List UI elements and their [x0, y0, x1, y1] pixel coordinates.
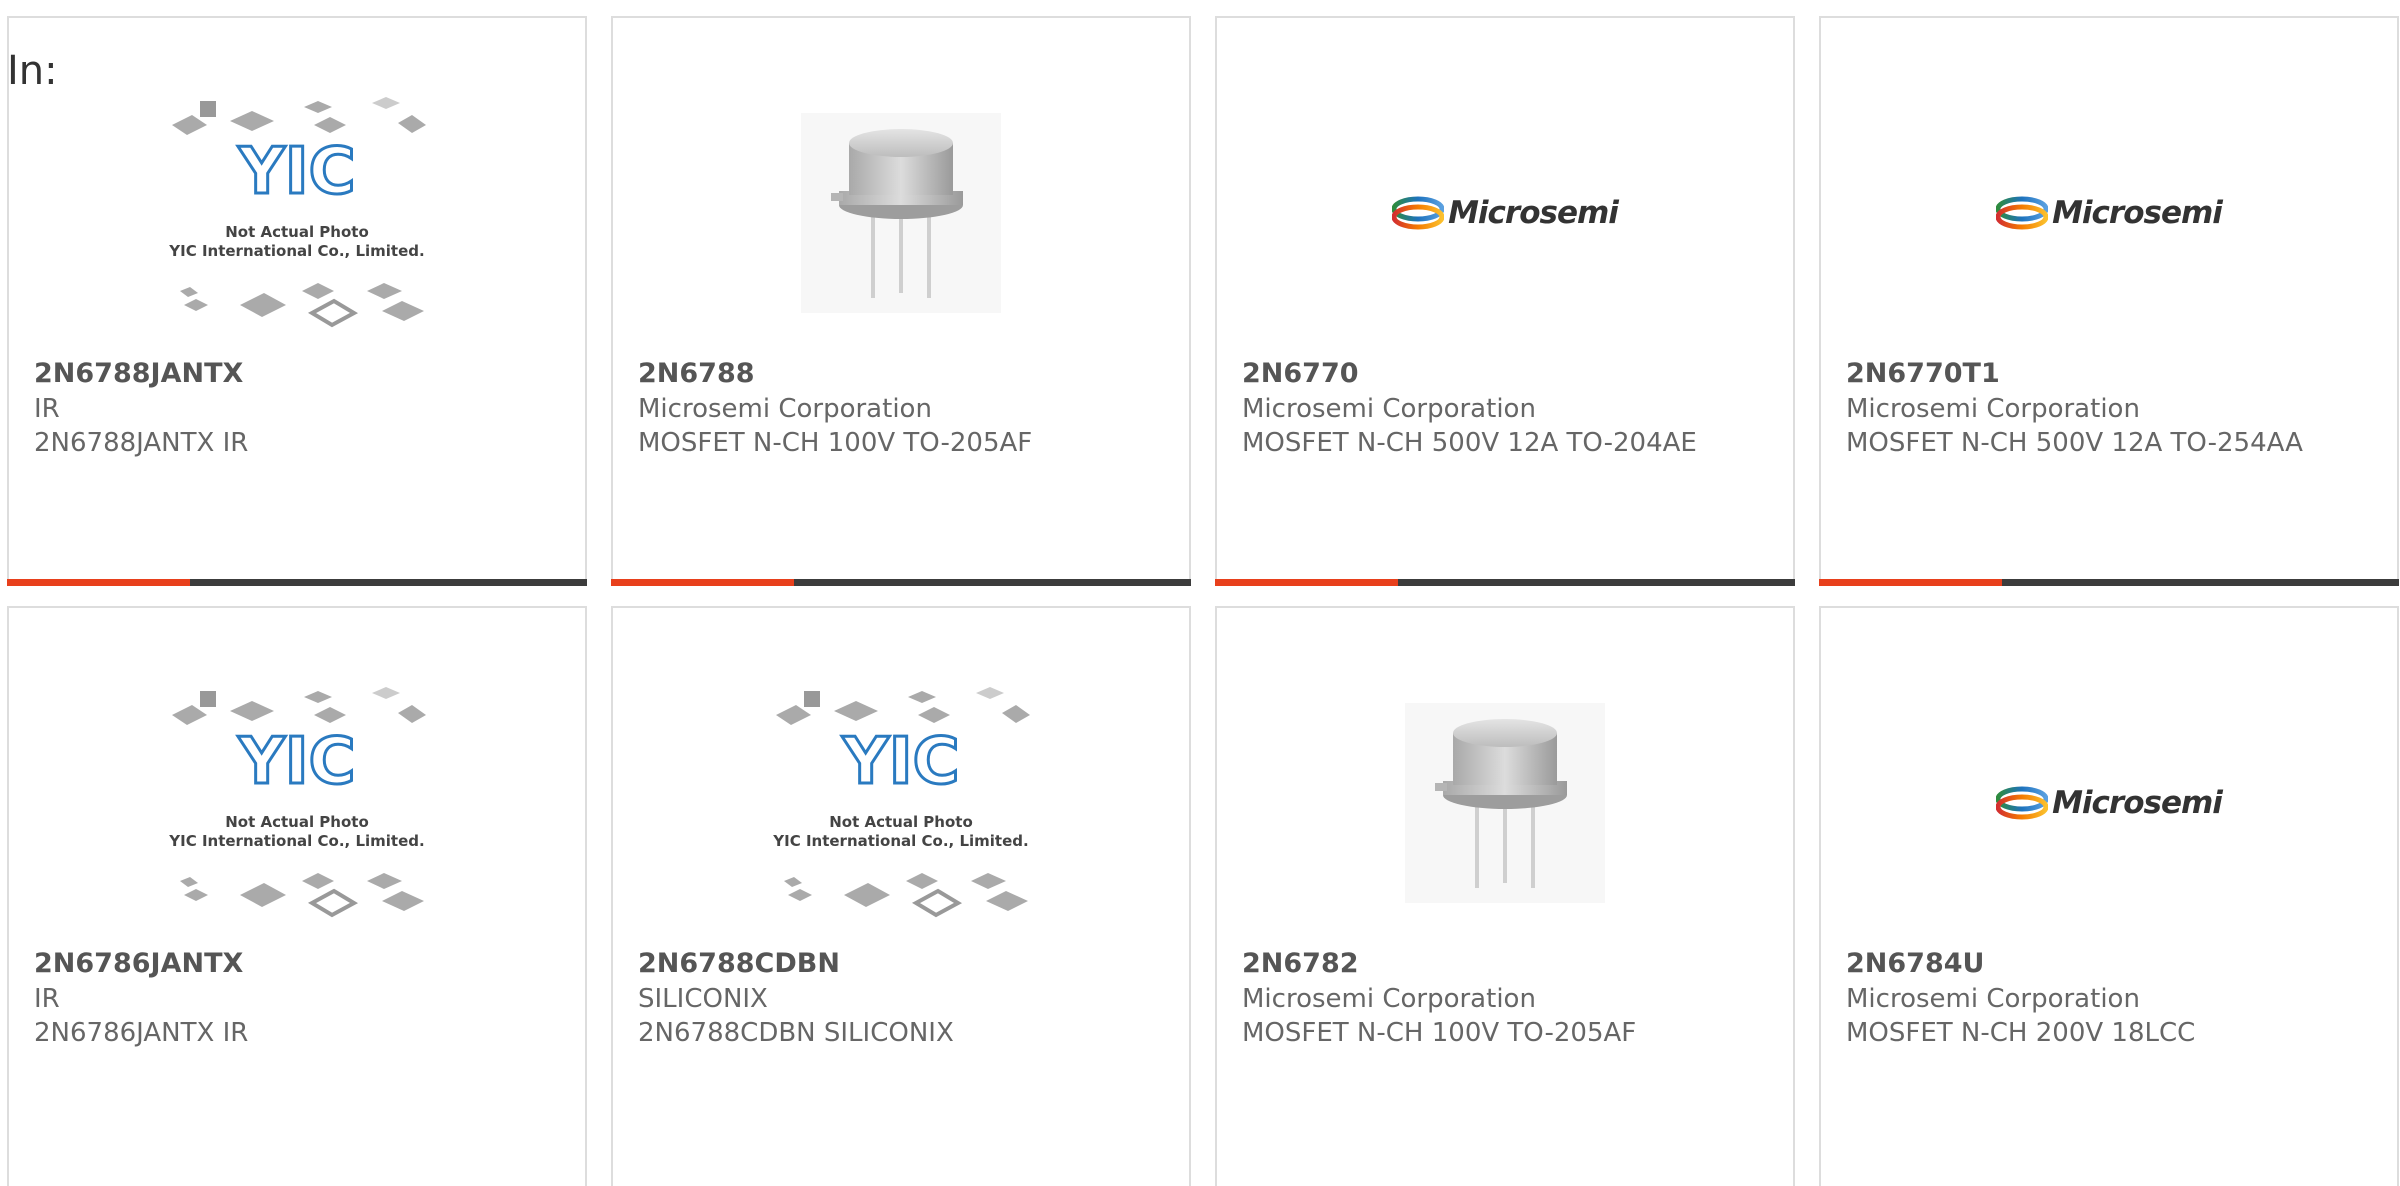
svg-text:YIC International Co., Limited: YIC International Co., Limited.: [772, 832, 1028, 850]
description: 2N6786JANTX IR: [34, 1018, 249, 1048]
microsemi-swirl-icon: [1392, 196, 1445, 230]
svg-text:YIC: YIC: [237, 725, 355, 799]
part-number[interactable]: 2N6770: [1242, 356, 1753, 392]
product-card[interactable]: YIC Not Actual Photo YIC International C…: [611, 606, 1191, 1186]
description: MOSFET N-CH 100V TO-205AF: [638, 428, 1033, 458]
product-card[interactable]: Microsemi 2N6784U Microsemi Corporation …: [1819, 606, 2399, 1186]
product-card[interactable]: YIC Not Actual Photo YIC International C…: [7, 16, 587, 586]
yic-placeholder-image: YIC Not Actual Photo YIC International C…: [168, 97, 426, 328]
product-image: [1217, 648, 1793, 958]
part-number[interactable]: 2N6788CDBN: [638, 946, 1149, 982]
svg-text:YIC International Co., Limited: YIC International Co., Limited.: [168, 832, 424, 850]
product-image: YIC Not Actual Photo YIC International C…: [613, 648, 1189, 958]
microsemi-logo: Microsemi: [1392, 195, 1619, 231]
product-image: Microsemi: [1821, 648, 2397, 958]
manufacturer: IR: [34, 984, 60, 1014]
in-label: In:: [7, 48, 58, 94]
manufacturer: IR: [34, 394, 60, 424]
manufacturer: Microsemi Corporation: [1242, 394, 1536, 424]
svg-text:Not Actual Photo: Not Actual Photo: [829, 813, 973, 831]
product-card[interactable]: Microsemi 2N6770 Microsemi Corporation M…: [1215, 16, 1795, 586]
product-card[interactable]: 2N6788 Microsemi Corporation MOSFET N-CH…: [611, 16, 1191, 586]
product-image: Microsemi: [1217, 58, 1793, 368]
part-number[interactable]: 2N6770T1: [1846, 356, 2357, 392]
card-accent-bar: [1819, 579, 2399, 586]
manufacturer: SILICONIX: [638, 984, 768, 1014]
description: 2N6788JANTX IR: [34, 428, 249, 458]
svg-text:Not Actual Photo: Not Actual Photo: [225, 223, 369, 241]
part-number[interactable]: 2N6788JANTX: [34, 356, 545, 392]
svg-text:YIC International Co., Limited: YIC International Co., Limited.: [168, 242, 424, 260]
card-accent-bar: [1215, 579, 1795, 586]
description: MOSFET N-CH 200V 18LCC: [1846, 1018, 2196, 1048]
product-image: YIC Not Actual Photo YIC International C…: [9, 58, 585, 368]
yic-placeholder-image: YIC Not Actual Photo YIC International C…: [772, 687, 1030, 918]
product-card[interactable]: 2N6782 Microsemi Corporation MOSFET N-CH…: [1215, 606, 1795, 1186]
microsemi-logo: Microsemi: [1996, 785, 2223, 821]
manufacturer: Microsemi Corporation: [1846, 984, 2140, 1014]
svg-text:YIC: YIC: [237, 135, 355, 209]
svg-text:Not Actual Photo: Not Actual Photo: [225, 813, 369, 831]
product-image: YIC Not Actual Photo YIC International C…: [9, 648, 585, 958]
microsemi-logo: Microsemi: [1996, 195, 2223, 231]
transistor-image: [1405, 703, 1605, 903]
microsemi-swirl-icon: [1996, 786, 2049, 820]
manufacturer: Microsemi Corporation: [1242, 984, 1536, 1014]
svg-text:YIC: YIC: [841, 725, 959, 799]
manufacturer: Microsemi Corporation: [1846, 394, 2140, 424]
description: MOSFET N-CH 100V TO-205AF: [1242, 1018, 1637, 1048]
card-accent-bar: [611, 579, 1191, 586]
product-card[interactable]: YIC Not Actual Photo YIC International C…: [7, 606, 587, 1186]
part-number[interactable]: 2N6786JANTX: [34, 946, 545, 982]
yic-placeholder-image: YIC Not Actual Photo YIC International C…: [168, 687, 426, 918]
part-number[interactable]: 2N6784U: [1846, 946, 2357, 982]
description: MOSFET N-CH 500V 12A TO-254AA: [1846, 428, 2303, 458]
product-image: Microsemi: [1821, 58, 2397, 368]
microsemi-swirl-icon: [1996, 196, 2049, 230]
part-number[interactable]: 2N6788: [638, 356, 1149, 392]
transistor-image: [801, 113, 1001, 313]
manufacturer: Microsemi Corporation: [638, 394, 932, 424]
card-accent-bar: [7, 579, 587, 586]
product-image: [613, 58, 1189, 368]
description: 2N6788CDBN SILICONIX: [638, 1018, 954, 1048]
product-card[interactable]: Microsemi 2N6770T1 Microsemi Corporation…: [1819, 16, 2399, 586]
description: MOSFET N-CH 500V 12A TO-204AE: [1242, 428, 1697, 458]
part-number[interactable]: 2N6782: [1242, 946, 1753, 982]
